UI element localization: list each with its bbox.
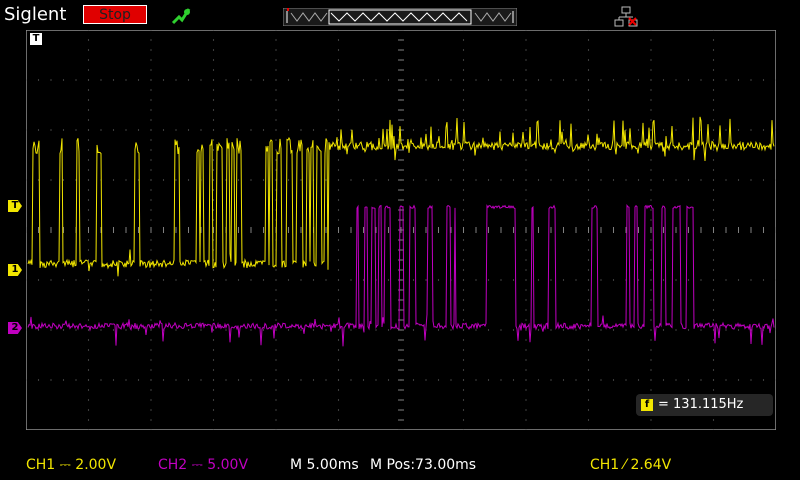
run-stop-button[interactable]: Stop [83, 5, 147, 24]
timebase[interactable]: M 5.00ms [290, 457, 359, 473]
ch2-scale[interactable]: CH2 ⎓ 5.00V [158, 457, 248, 473]
trigger-position-marker: T [30, 33, 42, 45]
ch1-offset-marker[interactable]: 1 [8, 264, 22, 276]
trigger-setting[interactable]: CH1 ⁄ 2.64V [590, 457, 671, 473]
trigger-level-marker[interactable]: T [8, 200, 22, 212]
ch1-scale[interactable]: CH1 ⎓ 2.00V [26, 457, 116, 473]
frequency-icon: f [641, 399, 653, 411]
top-bar: Siglent Stop [0, 0, 800, 30]
brand-label: Siglent [4, 4, 67, 25]
ch2-offset-marker[interactable]: 2 [8, 322, 22, 334]
memory-position[interactable]: M Pos:73.00ms [370, 457, 476, 473]
waveform-display[interactable] [26, 30, 776, 430]
memory-depth-indicator [283, 8, 517, 26]
usb-connection-icon [614, 6, 638, 27]
frequency-readout: f = 131.115Hz [636, 394, 773, 416]
status-bar: CH1 ⎓ 2.00V CH2 ⎓ 5.00V M 5.00ms M Pos:7… [0, 450, 800, 480]
frequency-value: = 131.115Hz [658, 397, 744, 412]
trigger-status-icon [171, 8, 191, 25]
